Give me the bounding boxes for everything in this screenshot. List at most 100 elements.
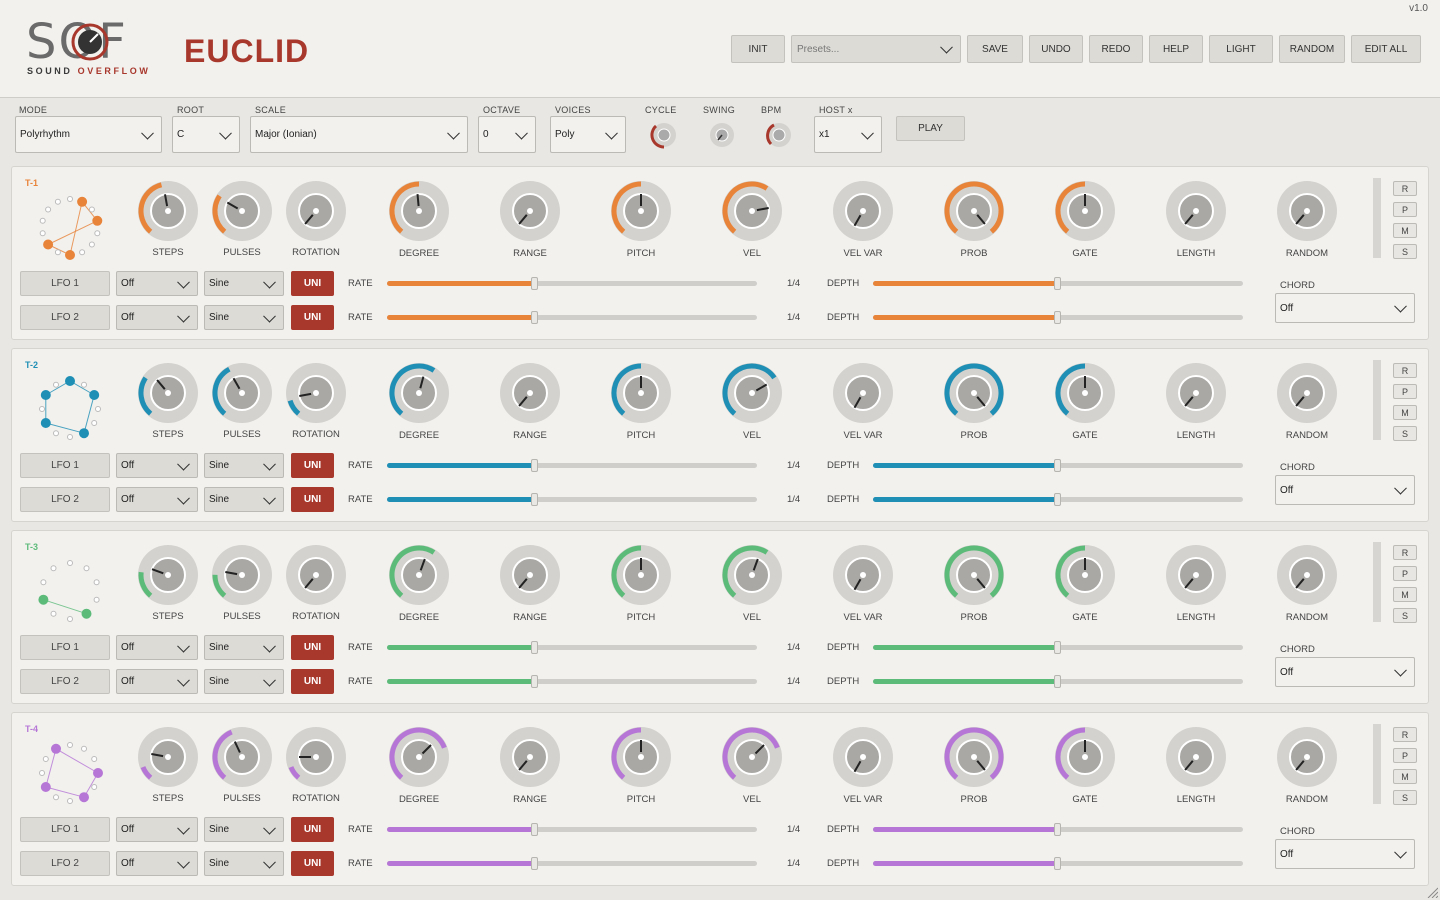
lfo1-depth-slider[interactable] [873,459,1243,472]
track-s-button[interactable]: S [1393,608,1417,623]
rotation-knob[interactable] [284,725,348,789]
track-r-button[interactable]: R [1393,181,1417,196]
voices-dropdown[interactable]: Poly [550,116,626,153]
lfo1-button[interactable]: LFO 1 [20,453,110,478]
presets-dropdown[interactable]: Presets... [791,35,961,63]
lfo1-depth-slider[interactable] [873,277,1243,290]
play-button[interactable]: PLAY [896,116,965,141]
octave-dropdown[interactable]: 0 [478,116,536,153]
lfo2-uni-toggle[interactable]: UNI [291,487,334,512]
lfo1-uni-toggle[interactable]: UNI [291,453,334,478]
range-knob[interactable] [498,361,562,425]
degree-knob[interactable] [387,179,451,243]
lfo1-depth-slider[interactable] [873,823,1243,836]
random-knob[interactable] [1275,725,1339,789]
lfo1-depth-slider[interactable] [873,641,1243,654]
lfo1-rate-slider[interactable] [387,277,757,290]
random-knob[interactable] [1275,543,1339,607]
prob-knob[interactable] [942,361,1006,425]
lfo2-depth-slider[interactable] [873,857,1243,870]
track-s-button[interactable]: S [1393,244,1417,259]
lfo1-target-dropdown[interactable]: Off [116,817,198,842]
lfo1-button[interactable]: LFO 1 [20,635,110,660]
length-knob[interactable] [1164,725,1228,789]
lfo2-shape-dropdown[interactable]: Sine [204,305,284,330]
scale-dropdown[interactable]: Major (Ionian) [250,116,468,153]
vel-knob[interactable] [720,543,784,607]
lfo1-uni-toggle[interactable]: UNI [291,817,334,842]
lfo2-uni-toggle[interactable]: UNI [291,851,334,876]
track-m-button[interactable]: M [1393,587,1417,602]
gate-knob[interactable] [1053,361,1117,425]
degree-knob[interactable] [387,543,451,607]
init-button[interactable]: INIT [731,35,785,63]
lfo2-rate-slider[interactable] [387,675,757,688]
swing-knob[interactable] [708,121,736,149]
light-button[interactable]: LIGHT [1209,35,1273,63]
lfo1-rate-slider[interactable] [387,823,757,836]
length-knob[interactable] [1164,543,1228,607]
vel-var-knob[interactable] [831,179,895,243]
rotation-knob[interactable] [284,543,348,607]
track-p-button[interactable]: P [1393,748,1417,763]
random-knob[interactable] [1275,361,1339,425]
lfo1-target-dropdown[interactable]: Off [116,271,198,296]
range-knob[interactable] [498,543,562,607]
pitch-knob[interactable] [609,361,673,425]
cycle-knob[interactable] [650,121,678,149]
track-r-button[interactable]: R [1393,363,1417,378]
random-knob[interactable] [1275,179,1339,243]
random-button[interactable]: RANDOM [1279,35,1345,63]
track-p-button[interactable]: P [1393,202,1417,217]
lfo1-rate-slider[interactable] [387,459,757,472]
lfo2-button[interactable]: LFO 2 [20,487,110,512]
lfo1-shape-dropdown[interactable]: Sine [204,453,284,478]
gate-knob[interactable] [1053,179,1117,243]
lfo1-target-dropdown[interactable]: Off [116,453,198,478]
lfo2-target-dropdown[interactable]: Off [116,669,198,694]
host-dropdown[interactable]: x1 [814,116,882,153]
lfo2-rate-slider[interactable] [387,311,757,324]
chord-dropdown[interactable]: Off [1275,839,1415,869]
lfo1-button[interactable]: LFO 1 [20,271,110,296]
lfo2-shape-dropdown[interactable]: Sine [204,669,284,694]
track-m-button[interactable]: M [1393,405,1417,420]
lfo2-target-dropdown[interactable]: Off [116,851,198,876]
range-knob[interactable] [498,179,562,243]
lfo1-shape-dropdown[interactable]: Sine [204,635,284,660]
lfo1-uni-toggle[interactable]: UNI [291,635,334,660]
vel-knob[interactable] [720,179,784,243]
track-m-button[interactable]: M [1393,223,1417,238]
lfo1-target-dropdown[interactable]: Off [116,635,198,660]
length-knob[interactable] [1164,361,1228,425]
rotation-knob[interactable] [284,361,348,425]
pitch-knob[interactable] [609,179,673,243]
redo-button[interactable]: REDO [1089,35,1143,63]
help-button[interactable]: HELP [1149,35,1203,63]
prob-knob[interactable] [942,725,1006,789]
lfo2-depth-slider[interactable] [873,493,1243,506]
vel-var-knob[interactable] [831,543,895,607]
lfo2-button[interactable]: LFO 2 [20,669,110,694]
track-p-button[interactable]: P [1393,566,1417,581]
steps-knob[interactable] [136,725,200,789]
bpm-knob[interactable] [765,121,793,149]
rotation-knob[interactable] [284,179,348,243]
lfo1-rate-slider[interactable] [387,641,757,654]
lfo2-uni-toggle[interactable]: UNI [291,305,334,330]
steps-knob[interactable] [136,543,200,607]
save-button[interactable]: SAVE [967,35,1023,63]
lfo2-rate-slider[interactable] [387,493,757,506]
lfo1-button[interactable]: LFO 1 [20,817,110,842]
chord-dropdown[interactable]: Off [1275,475,1415,505]
pulses-knob[interactable] [210,179,274,243]
mode-dropdown[interactable]: Polyrhythm [15,116,162,153]
lfo2-depth-slider[interactable] [873,675,1243,688]
degree-knob[interactable] [387,725,451,789]
lfo1-shape-dropdown[interactable]: Sine [204,817,284,842]
chord-dropdown[interactable]: Off [1275,293,1415,323]
vel-knob[interactable] [720,361,784,425]
prob-knob[interactable] [942,179,1006,243]
track-r-button[interactable]: R [1393,545,1417,560]
gate-knob[interactable] [1053,543,1117,607]
